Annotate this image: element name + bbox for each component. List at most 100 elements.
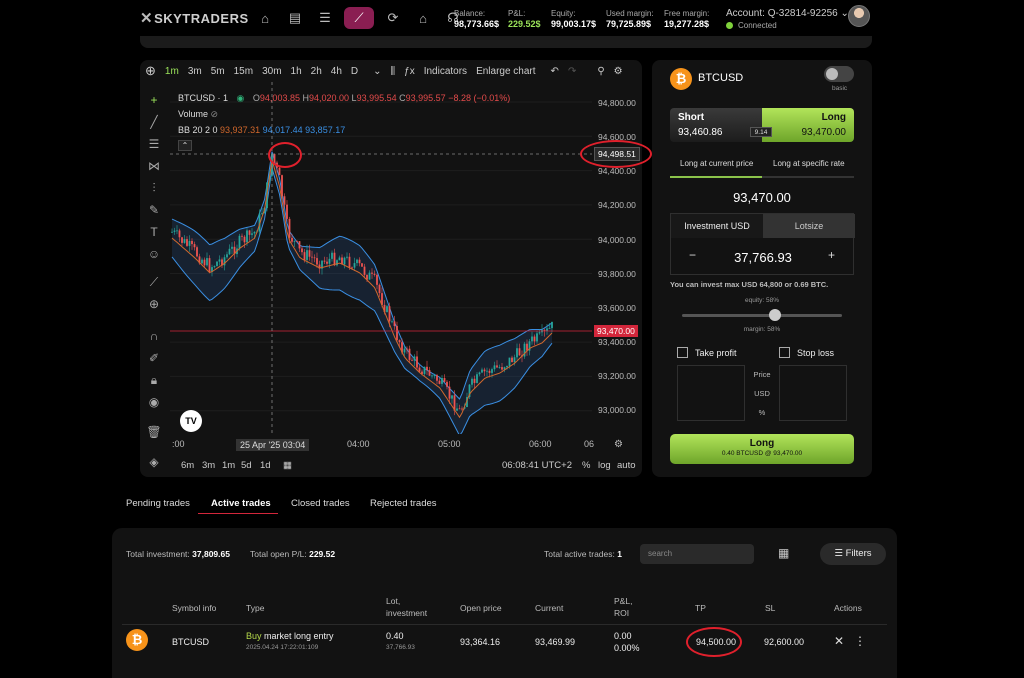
tab-closed-trades[interactable]: Closed trades <box>291 498 350 509</box>
indicators-button[interactable]: Indicators <box>424 66 467 77</box>
lock-icon[interactable]: 🔒︎ <box>146 372 162 388</box>
timeframe-1h[interactable]: 1h <box>291 66 302 77</box>
candle-body <box>443 378 446 382</box>
tab-specific-rate[interactable]: Long at specific rate <box>773 159 845 168</box>
crosshair-price-label: 94,498.51 <box>594 147 640 161</box>
time-axis[interactable]: :00 25 Apr '25 03:04 04:00 05:00 06:00 0… <box>170 437 640 451</box>
lock-drawing-icon[interactable]: ✐ <box>146 350 162 366</box>
long-side-button[interactable]: Long 93,470.00 <box>762 108 854 142</box>
candle-body <box>203 259 206 266</box>
home-icon[interactable]: ⌂ <box>254 7 276 29</box>
hide-icon[interactable]: ⊘ <box>211 109 219 119</box>
stop-loss-inputs[interactable] <box>779 365 847 421</box>
chevron-down-icon[interactable]: ⌄ <box>373 66 381 77</box>
stop-loss-checkbox[interactable] <box>779 347 790 358</box>
candle-body <box>326 261 328 264</box>
candle-body <box>303 252 306 260</box>
pattern-icon[interactable]: ⋈ <box>146 158 162 174</box>
tab-active-trades[interactable]: Active trades <box>211 498 271 509</box>
trash-icon[interactable]: 🗑︎ <box>146 424 162 440</box>
trading-chart-icon[interactable]: ⟋ <box>344 7 374 29</box>
news-icon[interactable]: ☰ <box>314 7 336 29</box>
enlarge-chart-button[interactable]: Enlarge chart <box>476 66 535 77</box>
avatar[interactable] <box>848 5 870 27</box>
slider-handle[interactable] <box>768 309 781 321</box>
timeframe-4h[interactable]: 4h <box>331 66 342 77</box>
range-3m[interactable]: 3m <box>202 460 215 471</box>
price-axis[interactable]: 94,800.00 94,600.00 94,400.00 94,200.00 … <box>592 82 642 434</box>
mode-toggle[interactable] <box>824 66 854 82</box>
timeframe-30m[interactable]: 30m <box>262 66 281 77</box>
more-options-icon[interactable]: ⋮ <box>854 634 866 648</box>
legend-bb[interactable]: BB 20 2 0 <box>178 125 218 135</box>
percent-scale-toggle[interactable]: % <box>582 460 590 471</box>
tab-pending-trades[interactable]: Pending trades <box>126 498 190 509</box>
tab-current-price[interactable]: Long at current price <box>680 159 753 168</box>
ruler-icon[interactable]: ⟋ <box>146 274 162 290</box>
legend-symbol[interactable]: BTCUSD · 1 <box>178 93 228 103</box>
chart-clock[interactable]: 06:08:41 UTC+2 <box>502 460 572 471</box>
range-6m[interactable]: 6m <box>181 460 194 471</box>
timeframe-d[interactable]: D <box>351 66 358 77</box>
fib-icon[interactable]: ⫶ <box>146 180 162 196</box>
zoom-in-icon[interactable]: ⊕ <box>146 296 162 312</box>
timeframe-3m[interactable]: 3m <box>188 66 202 77</box>
undo-icon[interactable]: ↶ <box>551 66 559 77</box>
text-icon[interactable]: T <box>146 224 162 240</box>
legend-volume[interactable]: Volume <box>178 109 208 119</box>
tab-investment-usd[interactable]: Investment USD <box>671 214 763 238</box>
close-trade-icon[interactable]: ✕ <box>834 634 844 648</box>
candle-body <box>378 284 381 294</box>
calendar-icon[interactable]: ▦ <box>283 460 292 471</box>
settings-icon[interactable]: ⚙ <box>614 439 623 450</box>
take-profit-checkbox[interactable] <box>677 347 688 358</box>
timeframe-5m[interactable]: 5m <box>211 66 225 77</box>
candles-icon[interactable]: ⫼ <box>391 66 396 77</box>
tab-rejected-trades[interactable]: Rejected trades <box>370 498 437 509</box>
settings-icon[interactable]: ⚙ <box>614 66 623 77</box>
row-sl[interactable]: 92,600.00 <box>764 636 804 648</box>
filters-button[interactable]: ☰ Filters <box>820 543 886 565</box>
horizontal-lines-icon[interactable]: ☰ <box>146 136 162 152</box>
timeframe-1m[interactable]: 1m <box>165 66 179 77</box>
tab-lotsize[interactable]: Lotsize <box>763 214 855 238</box>
take-profit-inputs[interactable] <box>677 365 745 421</box>
candle-body <box>473 378 476 383</box>
search-input[interactable]: search <box>640 544 754 564</box>
trend-line-icon[interactable]: ╱ <box>146 114 162 130</box>
add-icon[interactable]: ⊕ <box>145 63 156 79</box>
place-long-button[interactable]: Long 0.40 BTCUSD @ 93,470.00 <box>670 434 854 464</box>
row-tp[interactable]: 94,500.00 <box>696 636 736 648</box>
portfolio-icon[interactable]: ▤ <box>284 7 306 29</box>
refresh-icon[interactable]: ⟳ <box>382 7 404 29</box>
auto-scale-toggle[interactable]: auto <box>617 460 636 471</box>
collapse-legend-icon[interactable]: ⌃ <box>178 140 192 151</box>
crosshair-icon[interactable]: + <box>146 92 162 108</box>
tradingview-logo[interactable]: TV <box>180 410 202 432</box>
range-1m[interactable]: 1m <box>222 460 235 471</box>
magnet-icon[interactable]: ∩ <box>146 328 162 344</box>
candle-body <box>278 167 281 176</box>
emoji-icon[interactable]: ☺ <box>146 246 162 262</box>
eye-icon[interactable]: ◉ <box>146 394 162 410</box>
candle-body <box>486 370 488 372</box>
timeframe-2h[interactable]: 2h <box>311 66 322 77</box>
log-scale-toggle[interactable]: log <box>598 460 611 471</box>
range-5d[interactable]: 5d <box>241 460 252 471</box>
account-selector[interactable]: Account: Q-32814-92256 ⌄ <box>726 8 849 19</box>
education-icon[interactable]: ⌂ <box>412 7 434 29</box>
total-open-pl: Total open P/L: 229.52 <box>250 549 335 559</box>
col-pl-line2: ROI <box>614 608 630 618</box>
short-button[interactable]: Short 93,460.86 <box>670 108 762 142</box>
timeframe-15m[interactable]: 15m <box>234 66 253 77</box>
candle-body <box>496 365 498 368</box>
plus-icon[interactable]: + <box>828 248 835 262</box>
brush-icon[interactable]: ✎ <box>146 202 162 218</box>
zoom-icon[interactable]: ⚲ <box>597 66 604 77</box>
calendar-icon[interactable]: ▦ <box>778 546 792 560</box>
range-1d[interactable]: 1d <box>260 460 271 471</box>
margin-slider[interactable] <box>682 309 842 321</box>
row-pl-value: 0.00 <box>614 631 632 641</box>
redo-icon[interactable]: ↷ <box>568 66 576 77</box>
brand-logo[interactable]: ✕SKYTRADERS <box>140 9 249 27</box>
